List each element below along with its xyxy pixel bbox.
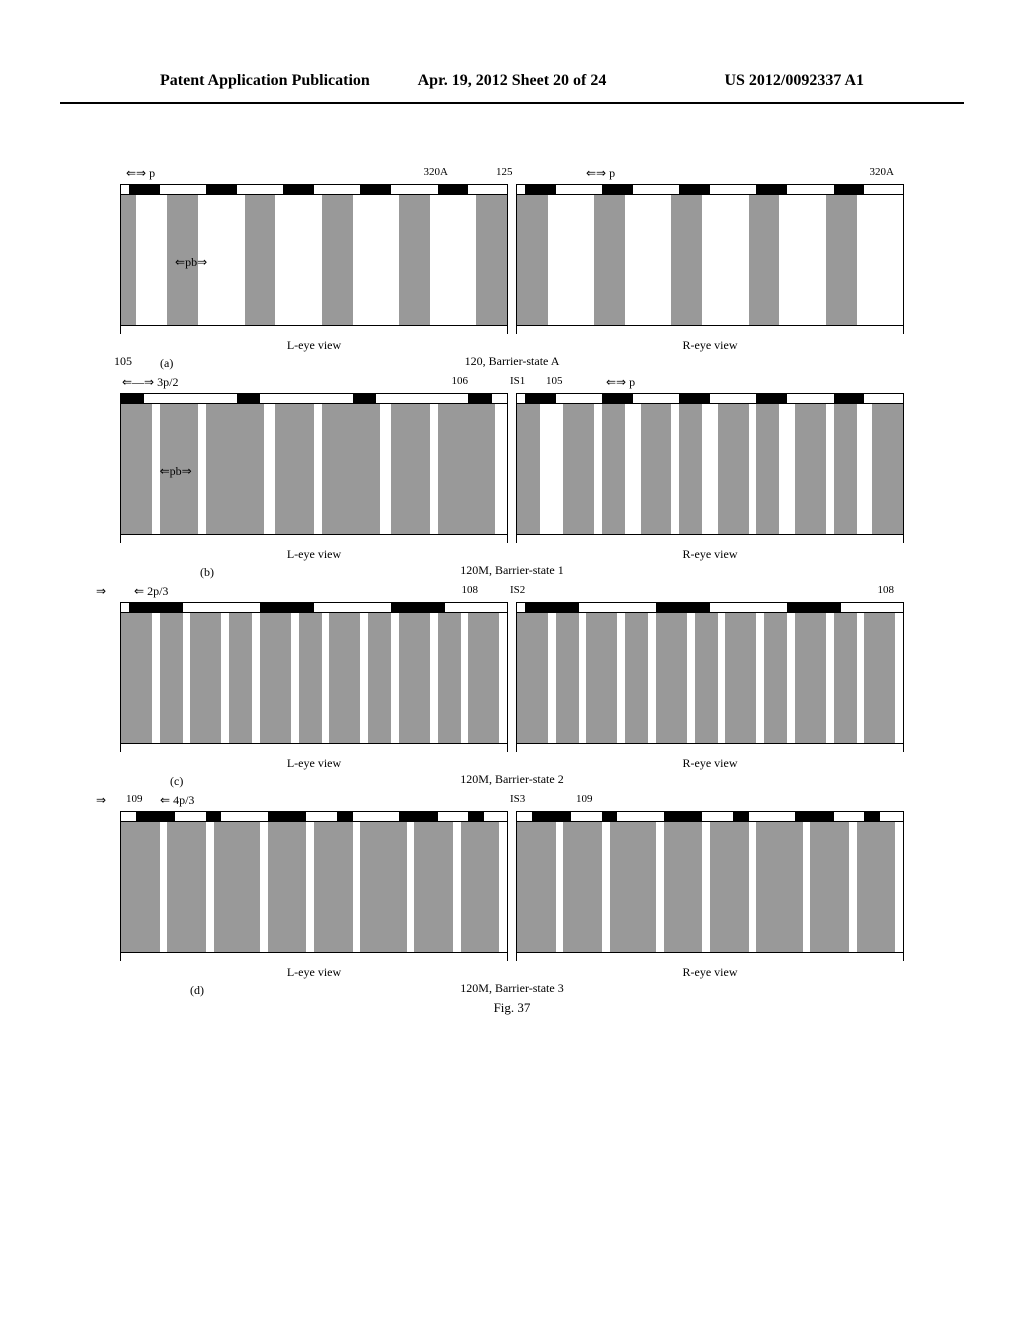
barrier-a-right <box>516 184 904 334</box>
pb-label-b: ⇐pb⇒ <box>160 464 192 479</box>
barrier-c-left <box>120 602 508 752</box>
pitch-arrow-a-right: ⇐⇒ p <box>586 166 615 181</box>
caption-a-center: 120, Barrier-state A <box>120 354 904 369</box>
caption-c-right: R-eye view <box>516 756 904 771</box>
caption-a-left: L-eye view <box>120 338 508 353</box>
caption-b-right: R-eye view <box>516 547 904 562</box>
ref-109-left: 109 <box>126 793 143 805</box>
barrier-b-left: ⇐pb⇒ <box>120 393 508 543</box>
ref-108-left: 108 <box>462 584 479 596</box>
panel-b-right: IS1 105 ⇐⇒ p <box>516 393 904 562</box>
header-date-sheet: Apr. 19, 2012 Sheet 20 of 24 <box>395 72 630 90</box>
caption-d-center: 120M, Barrier-state 3 <box>120 981 904 996</box>
offset-arrow-d: ⇒ <box>96 793 106 808</box>
caption-b-center: 120M, Barrier-state 1 <box>120 563 904 578</box>
caption-a-right: R-eye view <box>516 338 904 353</box>
header-pub-number: US 2012/0092337 A1 <box>629 72 864 90</box>
ref-125: 125 <box>496 166 513 178</box>
barrier-c-right <box>516 602 904 752</box>
page-header: Patent Application Publication Apr. 19, … <box>60 0 964 104</box>
is2-label: IS2 <box>510 584 525 596</box>
row-c: ⇒ ⇐ 2p/3 108 <box>120 602 904 771</box>
ref-106: 106 <box>452 375 469 387</box>
panel-b-left: ⇐—⇒ 3p/2 106 ⇐pb⇒ <box>120 393 508 562</box>
panel-c-right: IS2 108 <box>516 602 904 771</box>
pitch-arrow-c-left: ⇐ 2p/3 <box>134 584 168 599</box>
ref-109-right: 109 <box>576 793 593 805</box>
panel-d-right: IS3 109 <box>516 811 904 980</box>
is3-label: IS3 <box>510 793 525 805</box>
panel-a-right: 125 ⇐⇒ p 320A <box>516 184 904 353</box>
panel-c-left: ⇒ ⇐ 2p/3 108 <box>120 602 508 771</box>
header-publication: Patent Application Publication <box>160 72 395 90</box>
row-b: ⇐—⇒ 3p/2 106 ⇐pb⇒ <box>120 393 904 562</box>
panel-d-left: ⇒ 109 ⇐ 4p/3 <box>120 811 508 980</box>
row-a: ⇐⇒ p 320A ⇐pb⇒ <box>120 184 904 353</box>
caption-c-left: L-eye view <box>120 756 508 771</box>
figure-caption: Fig. 37 <box>120 1000 904 1016</box>
ref-320a-right: 320A <box>870 166 894 178</box>
caption-b-left: L-eye view <box>120 547 508 562</box>
barrier-b-right <box>516 393 904 543</box>
barrier-d-right <box>516 811 904 961</box>
ref-320a-left: 320A <box>424 166 448 178</box>
caption-d-right: R-eye view <box>516 965 904 980</box>
ref-105-b: 105 <box>546 375 563 387</box>
offset-arrow-c: ⇒ <box>96 584 106 599</box>
caption-d-left: L-eye view <box>120 965 508 980</box>
pitch-arrow-b-right: ⇐⇒ p <box>606 375 635 390</box>
pb-label-a: ⇐pb⇒ <box>175 255 207 270</box>
caption-c-center: 120M, Barrier-state 2 <box>120 772 904 787</box>
figure-37: ⇐⇒ p 320A ⇐pb⇒ <box>0 104 1024 1056</box>
pitch-arrow-d-left: ⇐ 4p/3 <box>160 793 194 808</box>
pitch-arrow-a-left: ⇐⇒ p <box>126 166 155 181</box>
is1-label: IS1 <box>510 375 525 387</box>
pitch-arrow-b-left: ⇐—⇒ 3p/2 <box>122 375 178 390</box>
panel-a-left: ⇐⇒ p 320A ⇐pb⇒ <box>120 184 508 353</box>
barrier-a-left: ⇐pb⇒ <box>120 184 508 334</box>
barrier-d-left <box>120 811 508 961</box>
ref-108-right: 108 <box>878 584 895 596</box>
row-d: ⇒ 109 ⇐ 4p/3 <box>120 811 904 980</box>
